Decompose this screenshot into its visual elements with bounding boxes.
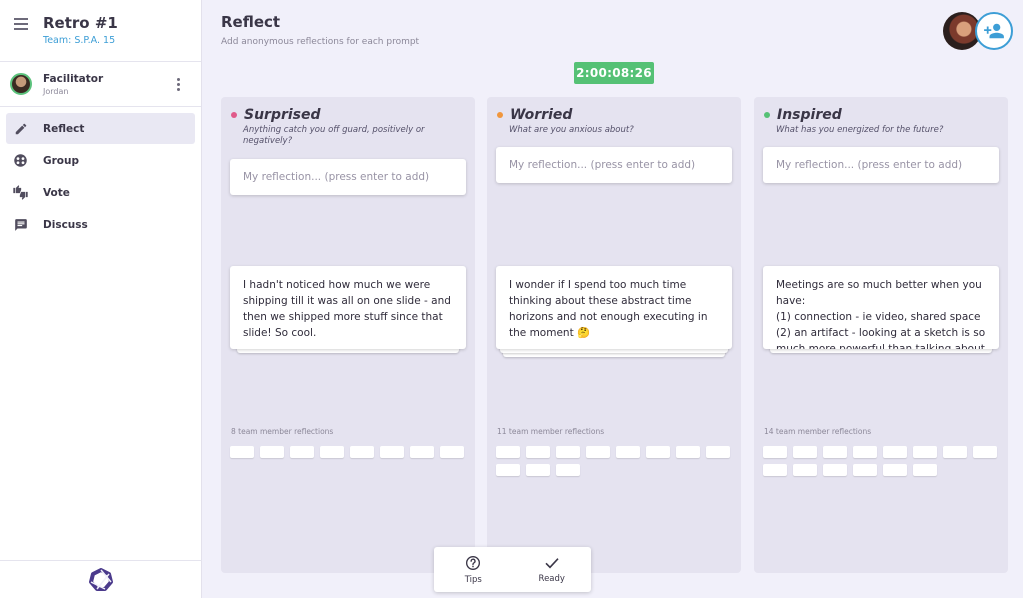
reflection-chip: [913, 446, 937, 458]
add-user-button[interactable]: [975, 12, 1013, 50]
facilitator-avatar: [10, 73, 32, 95]
reflection-chip: [853, 464, 877, 476]
sidebar: Retro #1 Team: S.P.A. 15 Facilitator Jor…: [0, 0, 202, 598]
reflection-input[interactable]: My reflection... (press enter to add): [496, 147, 732, 183]
reflection-chip: [706, 446, 730, 458]
ready-button[interactable]: Ready: [513, 547, 592, 592]
tips-label: Tips: [464, 574, 482, 585]
reflection-chip: [586, 446, 610, 458]
check-icon: [545, 557, 559, 568]
reflection-count: 8 team member reflections: [231, 427, 334, 436]
reflection-chip: [230, 446, 254, 458]
reflection-count: 11 team member reflections: [497, 427, 605, 436]
reflection-chip: [616, 446, 640, 458]
reflection-chip: [853, 446, 877, 458]
column-title: Worried: [510, 107, 573, 123]
sidebar-item-label: Discuss: [43, 218, 88, 231]
column-color-dot: [231, 112, 237, 118]
ready-label: Ready: [538, 573, 565, 584]
facilitator-title: Facilitator: [43, 72, 104, 85]
column-inspired: Inspired What has you energized for the …: [754, 97, 1008, 573]
team-link[interactable]: Team: S.P.A. 15: [43, 35, 118, 46]
column-description: What are you anxious about?: [509, 125, 634, 135]
pencil-icon: [12, 120, 29, 137]
facilitator-row: Facilitator Jordan: [0, 62, 201, 107]
reflection-chip: [496, 464, 520, 476]
sidebar-item-vote[interactable]: Vote: [6, 177, 195, 208]
column-color-dot: [497, 112, 503, 118]
add-user-icon: [984, 23, 1004, 39]
tips-button[interactable]: Tips: [434, 547, 513, 592]
sidebar-nav: Reflect Group Vote Discuss: [0, 107, 201, 240]
sidebar-item-reflect[interactable]: Reflect: [6, 113, 195, 144]
reflection-chips: [496, 446, 736, 476]
sidebar-item-label: Group: [43, 154, 80, 167]
more-options-icon[interactable]: [171, 77, 185, 91]
reflection-chip: [823, 446, 847, 458]
sidebar-footer: [0, 560, 202, 598]
bottom-action-bar: Tips Ready: [434, 547, 591, 592]
column-title: Surprised: [244, 107, 321, 123]
reflection-input[interactable]: My reflection... (press enter to add): [763, 147, 999, 183]
reflection-chip: [526, 464, 550, 476]
reflection-chip: [676, 446, 700, 458]
reflection-card[interactable]: I hadn't noticed how much we were shippi…: [230, 266, 466, 349]
facilitator-name: Jordan: [43, 86, 69, 96]
reflection-chip: [556, 446, 580, 458]
reflection-card[interactable]: Meetings are so much better when you hav…: [763, 266, 999, 349]
sidebar-item-group[interactable]: Group: [6, 145, 195, 176]
reflection-chip: [913, 464, 937, 476]
retro-title: Retro #1: [43, 14, 118, 32]
reflection-chips: [230, 446, 470, 458]
sidebar-item-label: Reflect: [43, 122, 85, 135]
reflection-chip: [943, 446, 967, 458]
reflection-chips: [763, 446, 1003, 476]
sidebar-header: Retro #1 Team: S.P.A. 15: [0, 0, 201, 62]
reflection-chip: [410, 446, 434, 458]
reflection-chip: [350, 446, 374, 458]
reflection-chip: [823, 464, 847, 476]
reflection-chip: [763, 446, 787, 458]
page-subtitle: Add anonymous reflections for each promp…: [221, 37, 420, 47]
reflection-chip: [320, 446, 344, 458]
reflection-chip: [793, 446, 817, 458]
sidebar-item-discuss[interactable]: Discuss: [6, 209, 195, 240]
reflection-chip: [646, 446, 670, 458]
logo-icon: [89, 567, 113, 591]
reflection-chip: [793, 464, 817, 476]
help-icon: [466, 555, 481, 570]
reflection-count: 14 team member reflections: [764, 427, 872, 436]
reflection-chip: [260, 446, 284, 458]
menu-icon[interactable]: [14, 18, 28, 30]
page-title: Reflect: [221, 13, 281, 31]
thumbs-icon: [12, 184, 29, 201]
column-surprised: Surprised Anything catch you off guard, …: [221, 97, 475, 573]
reflection-chip: [440, 446, 464, 458]
chat-icon: [12, 216, 29, 233]
reflection-chip: [883, 464, 907, 476]
column-color-dot: [764, 112, 770, 118]
reflection-card[interactable]: I wonder if I spend too much time thinki…: [496, 266, 732, 349]
reflection-input[interactable]: My reflection... (press enter to add): [230, 159, 466, 195]
reflection-chip: [883, 446, 907, 458]
group-icon: [12, 152, 29, 169]
reflection-chip: [496, 446, 520, 458]
phase-timer[interactable]: 2:00:08:26: [574, 62, 654, 84]
reflection-chip: [290, 446, 314, 458]
column-description: What has you energized for the future?: [776, 125, 944, 135]
column-description: Anything catch you off guard, positively…: [243, 125, 425, 146]
column-title: Inspired: [777, 107, 842, 123]
reflection-chip: [556, 464, 580, 476]
sidebar-item-label: Vote: [43, 186, 70, 199]
column-worried: Worried What are you anxious about? My r…: [487, 97, 741, 573]
reflection-chip: [380, 446, 404, 458]
reflection-chip: [526, 446, 550, 458]
reflection-chip: [973, 446, 997, 458]
reflection-chip: [763, 464, 787, 476]
